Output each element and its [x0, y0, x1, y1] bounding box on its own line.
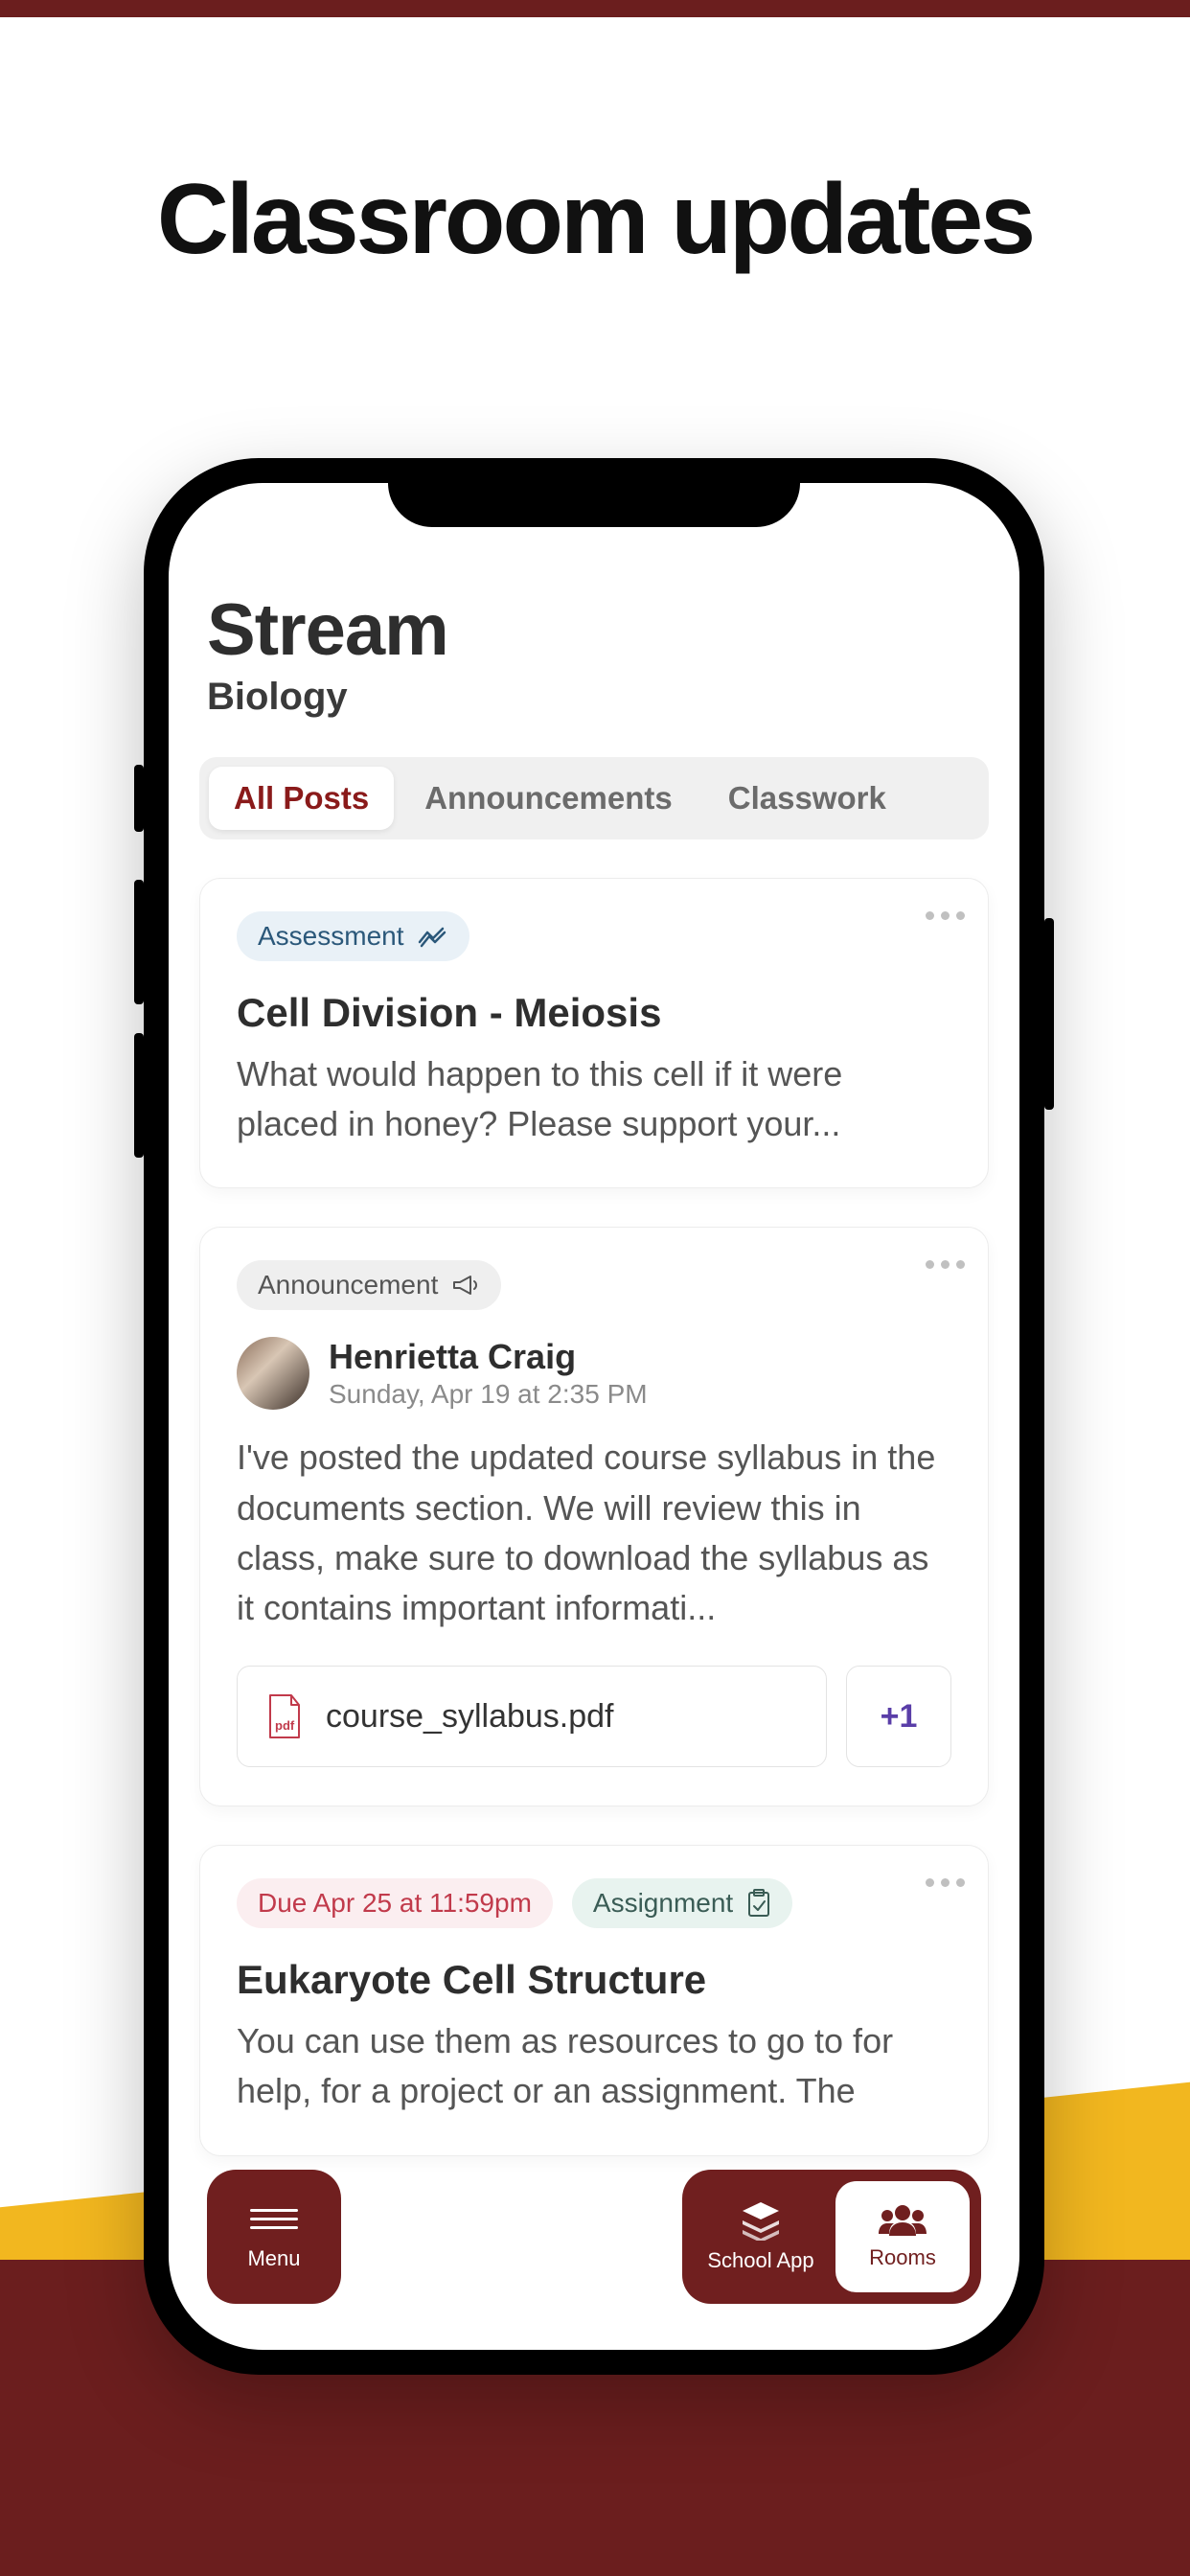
- side-button: [134, 880, 144, 1004]
- bottom-nav: Menu School App Rooms: [207, 2170, 981, 2304]
- menu-button[interactable]: Menu: [207, 2170, 341, 2304]
- author-name: Henrietta Craig: [329, 1337, 648, 1377]
- switch-rooms[interactable]: Rooms: [835, 2181, 970, 2292]
- megaphone-icon: [451, 1273, 480, 1298]
- switch-label: School App: [707, 2248, 813, 2273]
- top-accent-band: [0, 0, 1190, 17]
- attachment-file[interactable]: pdf course_syllabus.pdf: [237, 1666, 827, 1767]
- app-switcher: School App Rooms: [682, 2170, 981, 2304]
- attachment-more-button[interactable]: +1: [846, 1666, 951, 1767]
- post-menu-button[interactable]: [926, 911, 965, 920]
- post-tag-assessment: Assessment: [237, 911, 469, 961]
- attachment-row: pdf course_syllabus.pdf +1: [237, 1666, 951, 1767]
- switch-label: Rooms: [869, 2245, 936, 2270]
- side-button: [1044, 918, 1054, 1110]
- tag-label: Assignment: [593, 1888, 733, 1919]
- tab-announcements[interactable]: Announcements: [400, 767, 698, 830]
- screen-content: Stream Biology All Posts Announcements C…: [169, 483, 1019, 2350]
- post-card[interactable]: Announcement Henrietta Craig Sunday, Apr…: [199, 1227, 989, 1806]
- attachment-more-label: +1: [881, 1698, 918, 1736]
- chart-line-icon: [418, 925, 448, 948]
- post-tag-announcement: Announcement: [237, 1260, 501, 1310]
- post-title: Cell Division - Meiosis: [237, 990, 951, 1036]
- page-title: Stream: [199, 588, 989, 672]
- post-due-pill: Due Apr 25 at 11:59pm: [237, 1878, 553, 1928]
- phone-frame: Stream Biology All Posts Announcements C…: [144, 458, 1044, 2375]
- switch-school-app[interactable]: School App: [694, 2181, 828, 2292]
- phone-screen: Stream Biology All Posts Announcements C…: [169, 483, 1019, 2350]
- post-author-row: Henrietta Craig Sunday, Apr 19 at 2:35 P…: [237, 1337, 951, 1410]
- side-button: [134, 765, 144, 832]
- class-subject: Biology: [199, 676, 989, 719]
- tab-classwork[interactable]: Classwork: [703, 767, 911, 830]
- tab-all-posts[interactable]: All Posts: [209, 767, 394, 830]
- post-menu-button[interactable]: [926, 1260, 965, 1269]
- side-button: [134, 1033, 144, 1158]
- tag-label: Assessment: [258, 921, 404, 952]
- post-body: I've posted the updated course syllabus …: [237, 1433, 951, 1633]
- post-tag-assignment: Assignment: [572, 1878, 792, 1928]
- post-body: You can use them as resources to go to f…: [237, 2016, 951, 2116]
- marketing-headline: Classroom updates: [0, 163, 1190, 277]
- hamburger-icon: [250, 2203, 298, 2235]
- pdf-icon: pdf: [266, 1693, 303, 1739]
- post-card[interactable]: Due Apr 25 at 11:59pm Assignment Eukaryo…: [199, 1845, 989, 2155]
- svg-text:pdf: pdf: [275, 1718, 295, 1733]
- clipboard-check-icon: [746, 1889, 771, 1918]
- stack-icon: [739, 2200, 783, 2241]
- post-body: What would happen to this cell if it wer…: [237, 1049, 951, 1149]
- avatar[interactable]: [237, 1337, 309, 1410]
- tag-label: Announcement: [258, 1270, 438, 1300]
- filter-tabs: All Posts Announcements Classwork: [199, 757, 989, 840]
- menu-label: Menu: [247, 2246, 300, 2271]
- post-card[interactable]: Assessment Cell Division - Meiosis What …: [199, 878, 989, 1188]
- post-menu-button[interactable]: [926, 1878, 965, 1887]
- due-label: Due Apr 25 at 11:59pm: [258, 1888, 532, 1919]
- people-icon: [876, 2203, 929, 2238]
- attachment-filename: course_syllabus.pdf: [326, 1698, 614, 1736]
- post-timestamp: Sunday, Apr 19 at 2:35 PM: [329, 1379, 648, 1410]
- post-title: Eukaryote Cell Structure: [237, 1957, 951, 2003]
